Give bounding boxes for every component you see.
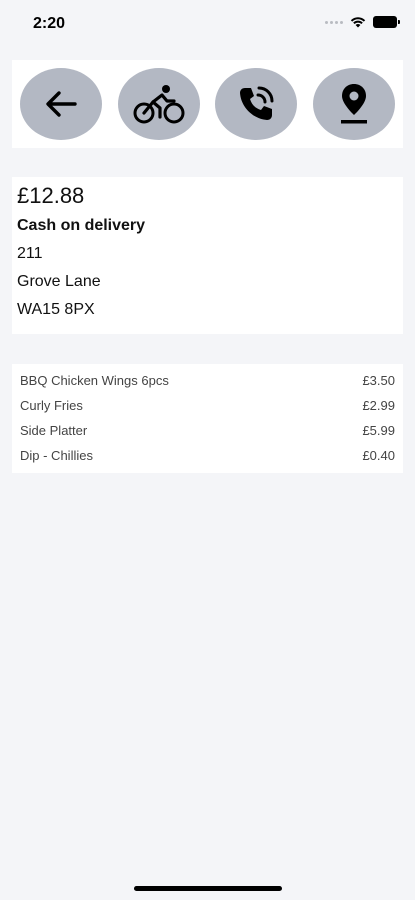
status-time: 2:20 (33, 15, 66, 32)
back-button[interactable] (20, 68, 102, 140)
map-pin-icon (340, 84, 367, 124)
address-line-1: 211 (17, 245, 43, 262)
order-items: BBQ Chicken Wings 6pcs £3.50 Curly Fries… (12, 364, 403, 473)
item-name: Dip - Chillies (20, 448, 93, 463)
delivery-button[interactable] (117, 68, 200, 140)
wifi-icon (350, 17, 366, 28)
battery-icon (373, 16, 400, 28)
item-price: £2.99 (362, 398, 395, 413)
address-postcode: WA15 8PX (17, 301, 95, 318)
item-name: BBQ Chicken Wings 6pcs (20, 373, 169, 388)
item-name: Curly Fries (20, 398, 83, 413)
action-bar (12, 60, 403, 148)
list-item: Side Platter £5.99 (20, 422, 395, 447)
status-icons (325, 16, 400, 28)
call-button[interactable] (215, 68, 298, 140)
status-bar: 2:20 (0, 0, 415, 50)
list-item: Curly Fries £2.99 (20, 397, 395, 422)
address-line-2: Grove Lane (17, 273, 101, 290)
item-price: £3.50 (362, 373, 395, 388)
item-price: £5.99 (362, 423, 395, 438)
location-button[interactable] (312, 68, 395, 140)
cyclist-icon (133, 85, 185, 124)
item-name: Side Platter (20, 423, 88, 438)
order-total: £12.88 (17, 183, 85, 208)
signal-icon (325, 20, 343, 24)
order-summary: £12.88 Cash on delivery 211 Grove Lane W… (12, 177, 403, 334)
home-indicator[interactable] (134, 886, 282, 891)
item-price: £0.40 (362, 448, 395, 463)
phone-ringing-icon (240, 86, 274, 120)
payment-method: Cash on delivery (17, 217, 146, 234)
list-item: BBQ Chicken Wings 6pcs £3.50 (20, 372, 395, 397)
arrow-left-icon (46, 91, 77, 117)
list-item: Dip - Chillies £0.40 (20, 447, 395, 472)
